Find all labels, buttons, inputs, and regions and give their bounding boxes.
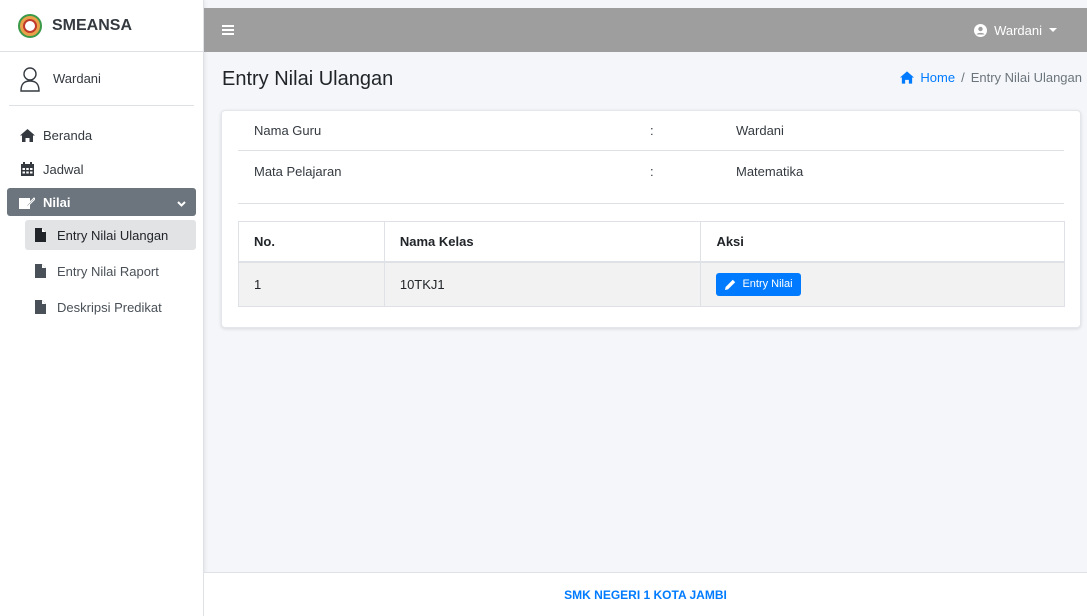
edit-icon (19, 195, 35, 209)
info-value: Matematika (736, 163, 804, 179)
sidebar-subitem-label: Entry Nilai Raport (57, 263, 159, 279)
cell-kelas: 10TKJ1 (383, 261, 702, 307)
user-outline-icon (20, 66, 40, 92)
sidebar-item-beranda[interactable]: Beranda (7, 120, 196, 150)
breadcrumb-current: Entry Nilai Ulangan (970, 70, 1082, 85)
sidebar-subitem-entry-nilai-ulangan[interactable]: Entry Nilai Ulangan (25, 220, 196, 250)
sidebar: SMEANSA Wardani Beranda Jadwal Nilai Ent… (0, 0, 204, 616)
brand-link[interactable]: SMEANSA (0, 0, 203, 52)
footer-text: SMK NEGERI 1 KOTA JAMBI (564, 587, 727, 602)
home-icon (19, 128, 35, 142)
table-row: 1 10TKJ1 Entry Nilai (238, 261, 1065, 307)
caret-down-icon (1049, 28, 1057, 32)
breadcrumb-separator: / (961, 70, 965, 85)
sidebar-subitem-entry-nilai-raport[interactable]: Entry Nilai Raport (25, 256, 196, 286)
file-icon (33, 227, 47, 243)
pencil-icon (725, 279, 736, 290)
column-header: Aksi (700, 221, 1065, 263)
info-value: Wardani (736, 123, 784, 138)
entry-nilai-button[interactable]: Entry Nilai (716, 272, 801, 296)
entry-nilai-label: Entry Nilai (742, 278, 793, 291)
info-label: Mata Pelajaran (254, 163, 342, 179)
user-panel[interactable]: Wardani (9, 52, 194, 106)
sidebar-subitem-deskripsi-predikat[interactable]: Deskripsi Predikat (25, 292, 196, 322)
sidebar-subitem-label: Entry Nilai Ulangan (57, 227, 169, 243)
divider (238, 203, 1064, 204)
info-label: Nama Guru (254, 123, 322, 138)
topbar-user-name: Wardani (994, 22, 1042, 38)
table-header-row: No. Nama Kelas Aksi (238, 221, 1065, 263)
column-header: No. (238, 221, 385, 263)
user-circle-icon (974, 23, 988, 37)
sidebar-item-label: Nilai (43, 194, 71, 210)
footer: SMK NEGERI 1 KOTA JAMBI (204, 572, 1087, 616)
breadcrumb: Home / Entry Nilai Ulangan (900, 70, 1082, 85)
top-navbar: Wardani (204, 8, 1087, 52)
info-row-guru: Nama Guru : Wardani (238, 111, 1064, 151)
sidebar-subitem-label: Deskripsi Predikat (57, 299, 162, 315)
sidebar-item-nilai[interactable]: Nilai (7, 188, 196, 216)
info-row-mapel: Mata Pelajaran : Matematika (238, 151, 1064, 191)
chevron-down-icon (177, 195, 186, 210)
home-icon (900, 71, 915, 84)
kelas-table: No. Nama Kelas Aksi 1 10TKJ1 Entry Nilai (238, 221, 1065, 307)
file-icon (33, 263, 47, 279)
sidebar-item-label: Beranda (43, 127, 93, 143)
sidebar-item-jadwal[interactable]: Jadwal (7, 154, 196, 184)
sidebar-user-name: Wardani (53, 71, 101, 86)
column-header: Nama Kelas (383, 221, 702, 263)
brand-name: SMEANSA (52, 16, 133, 34)
sidebar-item-label: Jadwal (43, 161, 84, 177)
calendar-icon (19, 162, 35, 176)
school-logo-icon (18, 13, 42, 38)
info-colon: : (650, 123, 654, 138)
content-card: Nama Guru : Wardani Mata Pelajaran : Mat… (221, 110, 1081, 328)
breadcrumb-home-link[interactable]: Home (920, 70, 955, 85)
file-icon (33, 299, 47, 315)
user-dropdown[interactable]: Wardani (974, 23, 1057, 38)
sidebar-nav: Beranda Jadwal Nilai Entry Nilai Ulangan (0, 106, 203, 322)
page-title: Entry Nilai Ulangan (222, 68, 394, 90)
info-colon: : (650, 163, 654, 179)
menu-toggle-icon[interactable] (222, 25, 234, 35)
cell-aksi: Entry Nilai (700, 261, 1065, 307)
cell-no: 1 (238, 261, 385, 307)
